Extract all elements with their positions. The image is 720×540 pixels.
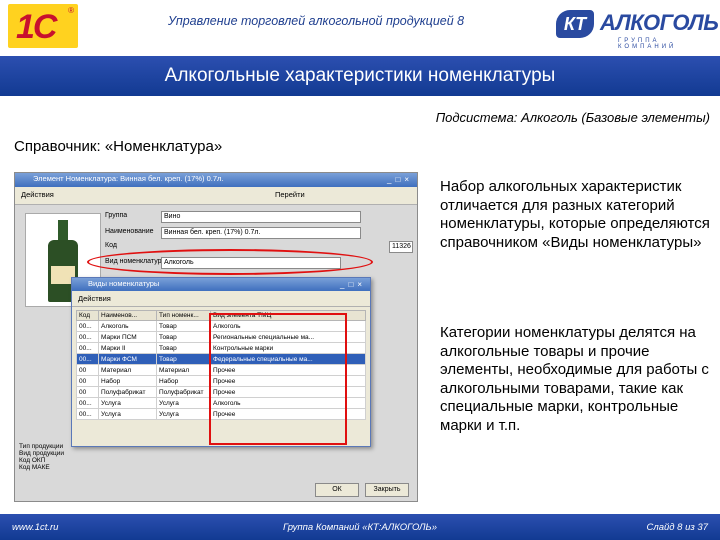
description-paragraph-2: Категории номенклатуры делятся на алкого… bbox=[440, 324, 709, 434]
kinds-col-type[interactable]: Тип номенк... bbox=[156, 310, 211, 321]
description-paragraph-1: Набор алкогольных характеристик отличает… bbox=[440, 178, 710, 251]
cell-code: 00... bbox=[76, 331, 99, 343]
kinds-window-toolbar: Действия bbox=[72, 291, 370, 307]
goto-menu[interactable]: Перейти bbox=[275, 190, 305, 199]
app-title: Управление торговлей алкогольной продукц… bbox=[168, 14, 465, 28]
kinds-window-titlebar: Виды номенклатуры _□× bbox=[72, 278, 370, 291]
cell-code: 00... bbox=[76, 397, 99, 409]
cell-name: Полуфабрикат bbox=[98, 386, 157, 398]
left-label: Код МАКЕ bbox=[19, 464, 50, 471]
field-group-label: Группа bbox=[105, 212, 128, 219]
logo-kt-alkogol: КТ АЛКОГОЛЬ ГРУППА КОМПАНИЙ bbox=[556, 8, 719, 50]
page-title: Алкогольные характеристики номенклатуры bbox=[164, 65, 556, 86]
left-property-labels: Тип продукции Вид продукции Код ОКП Код … bbox=[19, 443, 67, 471]
cell-type: Товар bbox=[156, 331, 211, 343]
reference-label: Справочник: «Номенклатура» bbox=[14, 138, 223, 155]
cell-code: 00... bbox=[76, 342, 99, 354]
highlight-ellipse bbox=[87, 249, 373, 275]
field-name-input[interactable]: Винная бел. креп. (17%) 0.7л. bbox=[161, 227, 361, 239]
cell-type: Полуфабрикат bbox=[156, 386, 211, 398]
cell-code: 00 bbox=[76, 375, 99, 387]
bottle-neck-shape bbox=[58, 220, 68, 242]
cell-type: Товар bbox=[156, 320, 211, 332]
cell-name: Набор bbox=[98, 375, 157, 387]
left-label: Тип продукции bbox=[19, 443, 64, 450]
close-button[interactable]: Закрыть bbox=[365, 483, 409, 497]
window-controls-icon[interactable]: _□× bbox=[387, 175, 413, 184]
cell-name: Алкоголь bbox=[98, 320, 157, 332]
kinds-window-title: Виды номенклатуры bbox=[88, 279, 160, 288]
registered-icon: ® bbox=[68, 6, 74, 15]
field-group-input[interactable]: Вино bbox=[161, 211, 361, 223]
footer-slide-number: Слайд 8 из 37 bbox=[646, 522, 708, 533]
field-name-label: Наименование bbox=[105, 228, 154, 235]
cell-type: Услуга bbox=[156, 408, 211, 420]
field-code-label: Код bbox=[105, 242, 117, 249]
logo-kt-word: АЛКОГОЛЬ bbox=[600, 10, 719, 35]
cell-type: Товар bbox=[156, 353, 211, 365]
highlight-rectangle bbox=[209, 313, 347, 445]
kinds-actions-menu[interactable]: Действия bbox=[78, 294, 111, 303]
kinds-col-name[interactable]: Наименов... bbox=[98, 310, 157, 321]
logo-kt-badge: КТ bbox=[556, 10, 594, 38]
cell-code: 00 bbox=[76, 364, 99, 376]
main-window-title: Элемент Номенклатура: Винная бел. креп. … bbox=[33, 174, 224, 183]
cell-name: Услуга bbox=[98, 408, 157, 420]
cell-name: Материал bbox=[98, 364, 157, 376]
field-code-input[interactable]: 11326 bbox=[389, 241, 413, 253]
ok-button[interactable]: ОК bbox=[315, 483, 359, 497]
title-bar: Алкогольные характеристики номенклатуры bbox=[0, 56, 720, 96]
cell-name: Марки ФСМ bbox=[98, 353, 157, 365]
footer-company: Группа Компаний «КТ:АЛКОГОЛЬ» bbox=[282, 522, 438, 533]
logo-1c: 1С ® bbox=[8, 4, 78, 48]
cell-type: Материал bbox=[156, 364, 211, 376]
cell-type: Услуга bbox=[156, 397, 211, 409]
kinds-window-controls-icon[interactable]: _□× bbox=[340, 280, 366, 289]
app-screenshot: Элемент Номенклатура: Винная бел. креп. … bbox=[14, 172, 418, 502]
cell-code: 00 bbox=[76, 386, 99, 398]
cell-name: Услуга bbox=[98, 397, 157, 409]
cell-name: Марки II bbox=[98, 342, 157, 354]
kinds-col-code[interactable]: Код bbox=[76, 310, 99, 321]
slide-footer: www.1ct.ru Группа Компаний «КТ:АЛКОГОЛЬ»… bbox=[0, 514, 720, 540]
main-window-toolbar: Действия Перейти bbox=[15, 187, 417, 205]
left-label: Вид продукции bbox=[19, 450, 65, 457]
left-label: Код ОКП bbox=[19, 457, 46, 464]
cell-type: Набор bbox=[156, 375, 211, 387]
subsystem-label: Подсистема: Алкоголь (Базовые элементы) bbox=[435, 110, 710, 125]
logo-1c-text: 1С bbox=[16, 8, 57, 46]
logo-kt-sub: ГРУППА КОМПАНИЙ bbox=[618, 38, 677, 50]
cell-type: Товар bbox=[156, 342, 211, 354]
cell-code: 00... bbox=[76, 320, 99, 332]
cell-name: Марки ПСМ bbox=[98, 331, 157, 343]
actions-menu[interactable]: Действия bbox=[21, 190, 54, 199]
cell-code: 00... bbox=[76, 408, 99, 420]
main-window-titlebar: Элемент Номенклатура: Винная бел. креп. … bbox=[15, 173, 417, 187]
cell-code: 00... bbox=[76, 353, 99, 365]
slide-header: 1С ® Управление торговлей алкогольной пр… bbox=[0, 0, 720, 56]
